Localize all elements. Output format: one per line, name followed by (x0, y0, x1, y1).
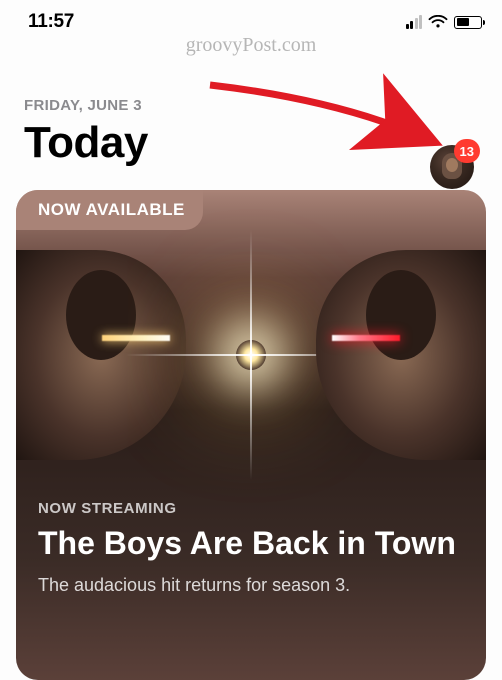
battery-icon (454, 16, 482, 29)
lens-flare-icon (236, 340, 266, 370)
status-icons (406, 15, 483, 29)
notification-badge: 13 (454, 139, 480, 163)
featured-artwork (16, 190, 486, 480)
profile-button[interactable]: 13 (430, 145, 474, 189)
page-title: Today (24, 118, 478, 168)
featured-card[interactable]: NOW AVAILABLE NOW STREAMING The Boys Are… (16, 190, 486, 680)
card-subtext: The audacious hit returns for season 3. (38, 573, 464, 597)
wifi-icon (428, 15, 448, 29)
card-headline: The Boys Are Back in Town (38, 525, 464, 563)
cellular-signal-icon (406, 15, 423, 29)
status-bar: 11:57 (0, 0, 502, 36)
page-header: FRIDAY, JUNE 3 Today 13 (0, 57, 502, 178)
date-label: FRIDAY, JUNE 3 (24, 97, 478, 114)
artwork-figure-right (316, 250, 486, 460)
card-eyebrow: NOW STREAMING (38, 500, 464, 517)
availability-ribbon: NOW AVAILABLE (16, 190, 203, 230)
featured-card-text: NOW STREAMING The Boys Are Back in Town … (38, 500, 464, 597)
watermark-text: groovyPost.com (0, 34, 502, 57)
status-time: 11:57 (28, 11, 74, 33)
